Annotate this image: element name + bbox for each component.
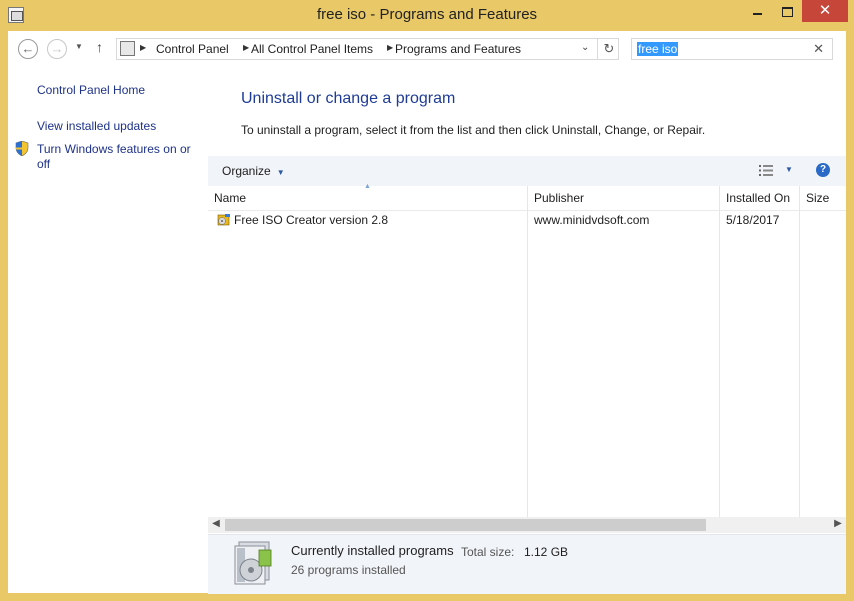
scrollbar-thumb[interactable] [225,519,706,531]
navigation-bar: ← → ▼ ↑ ▶ Control Panel ▶ All Control Pa… [8,31,846,67]
forward-arrow-icon: → [50,41,64,56]
up-arrow-icon: ↑ [96,39,103,55]
column-divider[interactable] [719,186,720,522]
minimize-button[interactable] [742,0,772,22]
column-header-name[interactable]: Name [214,191,246,205]
close-icon: ✕ [818,2,832,19]
control-panel-icon [120,41,135,56]
breadcrumb-control-panel[interactable]: Control Panel [156,42,229,56]
programs-count: 26 programs installed [291,563,406,577]
organize-menu-button[interactable]: Organize ▼ [222,164,285,178]
column-header-installed-on[interactable]: Installed On [726,191,790,205]
close-button[interactable]: ✕ [802,0,848,22]
window: free iso - Programs and Features ✕ ← → ▼… [0,0,854,601]
chevron-right-icon[interactable]: ▶ [140,43,146,52]
page-instructions: To uninstall a program, select it from t… [241,123,706,137]
search-input[interactable]: free iso ✕ [631,38,833,60]
column-header-size[interactable]: Size [806,191,829,205]
column-divider[interactable] [799,186,800,522]
client-area: ← → ▼ ↑ ▶ Control Panel ▶ All Control Pa… [8,31,846,594]
column-header-publisher[interactable]: Publisher [534,191,584,205]
search-query[interactable]: free iso [637,42,679,56]
shield-icon [15,141,29,156]
chevron-right-icon[interactable]: ▶ [243,43,249,52]
scroll-right-icon[interactable]: ▶ [830,518,846,529]
dropdown-arrow-icon: ▼ [276,168,285,177]
title-bar[interactable]: free iso - Programs and Features ✕ [0,0,854,31]
command-bar: Organize ▼ ▼ ? [208,156,846,187]
program-icon [217,214,230,226]
forward-button[interactable]: → [47,39,67,59]
program-installed-on: 5/18/2017 [726,213,780,227]
windows-features-link[interactable]: Turn Windows features on or off [37,142,197,172]
minimize-icon [752,13,762,16]
breadcrumb-programs-features[interactable]: Programs and Features [395,42,521,56]
details-title: Currently installed programs [291,543,454,558]
up-button[interactable]: ↑ [96,39,103,55]
window-title: free iso - Programs and Features [316,6,538,23]
view-options-icon[interactable] [759,165,773,176]
details-pane: Currently installed programs Total size:… [208,534,846,594]
maximize-button[interactable] [772,0,802,22]
horizontal-scrollbar[interactable]: ◀ ▶ [208,517,846,533]
control-panel-home-link[interactable]: Control Panel Home [37,83,145,97]
breadcrumb-all-items[interactable]: All Control Panel Items [251,42,373,56]
clear-search-icon[interactable]: ✕ [813,41,824,57]
maximize-icon [781,7,793,18]
program-publisher: www.minidvdsoft.com [534,213,650,227]
chevron-right-icon[interactable]: ▶ [387,43,393,52]
table-row[interactable]: Free ISO Creator version 2.8 www.minidvd… [208,210,846,230]
back-arrow-icon: ← [21,41,35,56]
total-size-label: Total size: [461,545,515,559]
scroll-left-icon[interactable]: ◀ [208,518,224,529]
sort-ascending-icon: ▲ [364,183,371,190]
recent-locations-dropdown-icon[interactable]: ▼ [75,42,83,51]
refresh-button[interactable]: ↻ [597,39,620,59]
help-icon[interactable]: ? [816,163,830,177]
view-dropdown-icon[interactable]: ▼ [785,165,793,174]
installed-programs-icon [234,541,272,585]
back-button[interactable]: ← [18,39,38,59]
total-size-value: 1.12 GB [524,545,569,559]
main-pane: Uninstall or change a program To uninsta… [208,67,846,594]
column-divider[interactable] [527,186,528,522]
chevron-down-icon[interactable]: ⌄ [581,42,589,53]
task-pane: Control Panel Home View installed update… [8,67,208,593]
page-title: Uninstall or change a program [241,90,456,107]
organize-label: Organize [222,164,271,178]
address-bar[interactable]: ▶ Control Panel ▶ All Control Panel Item… [116,38,619,60]
view-installed-updates-link[interactable]: View installed updates [37,119,156,133]
program-name: Free ISO Creator version 2.8 [234,213,389,227]
refresh-icon: ↻ [603,41,615,56]
